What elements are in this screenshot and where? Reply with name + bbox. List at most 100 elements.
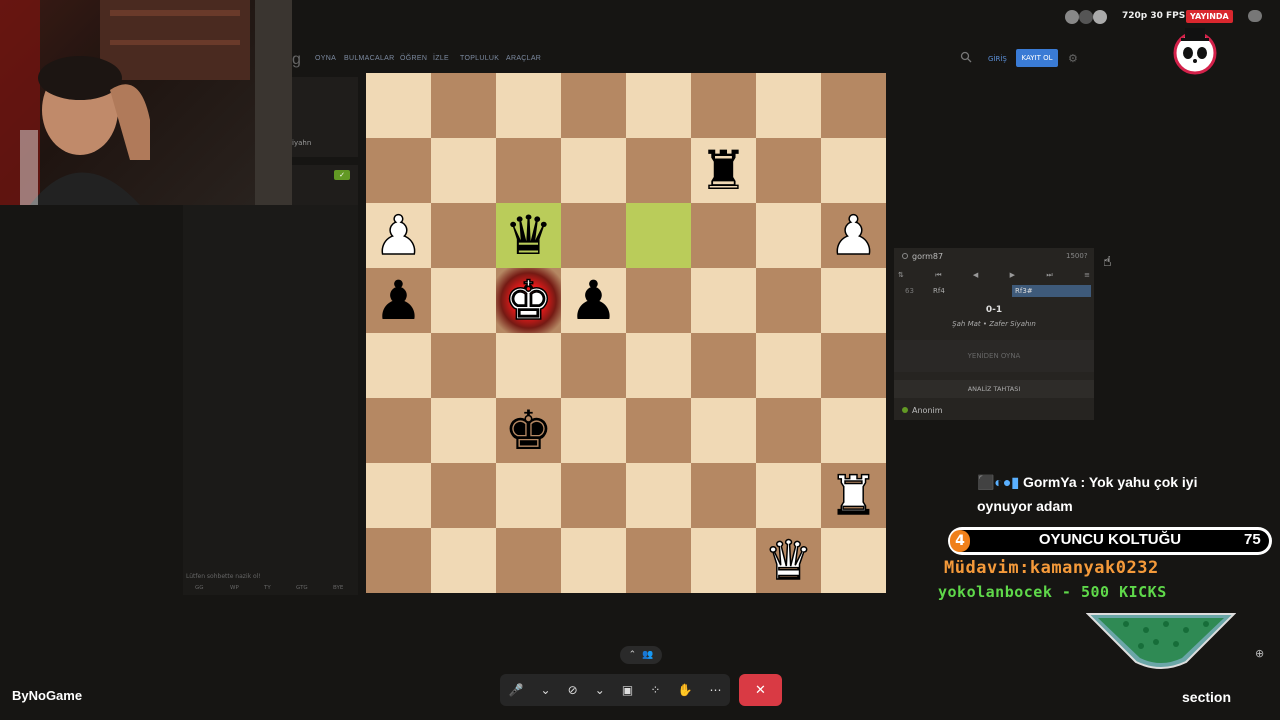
board-square[interactable] (626, 333, 691, 398)
board-square[interactable] (756, 203, 821, 268)
board-square[interactable] (431, 528, 496, 593)
board-square[interactable] (626, 73, 691, 138)
chat-input[interactable]: Lütfen sohbette nazik ol! (186, 573, 261, 580)
board-square[interactable] (691, 268, 756, 333)
board-square[interactable] (756, 463, 821, 528)
board-square[interactable] (431, 73, 496, 138)
board-square[interactable]: ♟ (366, 268, 431, 333)
effects-icon[interactable]: ✋ (677, 683, 692, 697)
board-square[interactable] (626, 398, 691, 463)
black-rook-icon[interactable]: ♜ (699, 143, 747, 198)
board-square[interactable] (496, 73, 561, 138)
board-square[interactable] (821, 268, 886, 333)
board-square[interactable] (366, 73, 431, 138)
board-square[interactable] (821, 333, 886, 398)
board-square[interactable]: ♜ (691, 138, 756, 203)
toggle-switch[interactable]: ✓ (334, 170, 350, 180)
white-king-icon[interactable]: ♚ (504, 272, 554, 328)
analysis-board-button[interactable]: ANALİZ TAHTASI (894, 380, 1094, 398)
board-square[interactable] (626, 138, 691, 203)
next-move-icon[interactable]: ▶ (1010, 271, 1015, 279)
microphone-icon[interactable]: 🎤 (509, 683, 524, 697)
board-square[interactable] (366, 138, 431, 203)
board-square[interactable]: ♛ (496, 203, 561, 268)
screen-share-icon[interactable]: ▣ (622, 683, 633, 697)
board-square[interactable] (756, 73, 821, 138)
search-icon[interactable] (960, 51, 972, 63)
chevron-down-icon[interactable]: ⌄ (541, 683, 551, 697)
board-square[interactable] (431, 268, 496, 333)
chat-quick-wp[interactable]: WP (230, 585, 239, 591)
board-square[interactable] (821, 398, 886, 463)
board-square[interactable] (496, 333, 561, 398)
menu-icon[interactable]: ≡ (1084, 271, 1090, 279)
black-pawn-icon[interactable]: ♟ (569, 273, 617, 328)
board-square[interactable] (431, 138, 496, 203)
participants-chip[interactable]: ⌃ 👥 (620, 646, 662, 664)
last-move-icon[interactable]: ⏭ (1046, 271, 1052, 280)
black-king-icon[interactable]: ♚ (504, 403, 552, 458)
board-square[interactable] (431, 203, 496, 268)
nav-watch[interactable]: İZLE (433, 55, 449, 62)
chess-board[interactable]: ♜ ♟ ♛ ♟ ♟ ♚ ♟ ♚ ♜ ♛ (366, 73, 886, 593)
zoom-icon[interactable]: ⊕ (1255, 647, 1264, 660)
board-square[interactable]: ♟ (821, 203, 886, 268)
board-square[interactable] (821, 138, 886, 203)
board-square[interactable] (496, 528, 561, 593)
black-queen-icon[interactable]: ♛ (504, 208, 552, 263)
board-square[interactable]: ♟ (561, 268, 626, 333)
board-square[interactable] (821, 73, 886, 138)
board-square[interactable] (821, 528, 886, 593)
board-square[interactable] (431, 398, 496, 463)
board-square[interactable] (756, 398, 821, 463)
board-square[interactable] (691, 398, 756, 463)
move-white[interactable]: Rf4 (933, 287, 945, 295)
nav-play[interactable]: OYNA (315, 55, 336, 62)
site-logo[interactable]: g (292, 51, 301, 69)
signup-button[interactable]: KAYIT OL (1016, 49, 1058, 67)
board-square[interactable] (756, 333, 821, 398)
chevron-down-icon[interactable]: ⌄ (595, 683, 605, 697)
board-square[interactable] (561, 528, 626, 593)
flip-board-icon[interactable]: ⇅ (898, 271, 904, 279)
camera-off-icon[interactable]: ⊘ (568, 683, 578, 697)
nav-learn[interactable]: ÖĞREN (400, 55, 427, 62)
nav-puzzles[interactable]: BULMACALAR (344, 55, 394, 62)
board-square[interactable] (366, 528, 431, 593)
rematch-button[interactable]: YENİDEN OYNA (894, 340, 1094, 372)
board-square[interactable] (756, 268, 821, 333)
login-link[interactable]: GİRİŞ (988, 55, 1007, 63)
board-square[interactable] (691, 528, 756, 593)
white-pawn-icon[interactable]: ♟ (374, 207, 424, 263)
more-icon[interactable]: ⋯ (709, 683, 721, 697)
board-square[interactable]: ♟ (366, 203, 431, 268)
chat-quick-ty[interactable]: TY (264, 585, 271, 591)
board-square[interactable]: ♜ (821, 463, 886, 528)
board-square[interactable] (626, 268, 691, 333)
board-square[interactable] (626, 528, 691, 593)
chat-quick-gg[interactable]: GG (195, 585, 204, 591)
gear-icon[interactable]: ⚙ (1068, 52, 1078, 65)
board-square[interactable] (431, 333, 496, 398)
board-square[interactable] (626, 203, 691, 268)
board-square[interactable] (626, 463, 691, 528)
board-square[interactable] (691, 463, 756, 528)
board-square[interactable] (561, 73, 626, 138)
board-square[interactable] (431, 463, 496, 528)
white-rook-icon[interactable]: ♜ (829, 467, 879, 523)
apps-icon[interactable]: ⁘ (650, 683, 660, 697)
leave-call-button[interactable]: ✕ (739, 674, 782, 706)
prev-move-icon[interactable]: ◀ (973, 271, 978, 279)
board-square[interactable] (561, 398, 626, 463)
chat-quick-gtg[interactable]: GTG (296, 585, 308, 591)
move-black-current[interactable]: Rf3# (1012, 285, 1091, 297)
board-square[interactable] (691, 203, 756, 268)
first-move-icon[interactable]: ⏮ (935, 271, 941, 280)
board-square[interactable]: ♚ (496, 268, 561, 333)
board-square[interactable] (496, 138, 561, 203)
board-square[interactable] (561, 463, 626, 528)
board-square[interactable] (366, 333, 431, 398)
board-square[interactable] (366, 398, 431, 463)
white-pawn-icon[interactable]: ♟ (829, 207, 879, 263)
board-square[interactable] (756, 138, 821, 203)
